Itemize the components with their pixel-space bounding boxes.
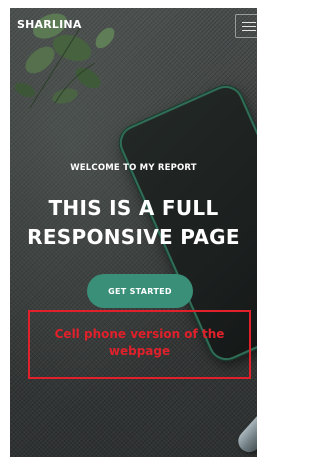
annotation-box: Cell phone version of the webpage — [28, 310, 251, 379]
get-started-button[interactable]: GET STARTED — [87, 274, 193, 308]
hero-subtitle: WELCOME TO MY REPORT — [70, 163, 197, 173]
menu-bar-line — [242, 30, 256, 31]
menu-bar-line — [242, 26, 256, 27]
menu-bar-line — [242, 22, 256, 23]
hamburger-menu-icon[interactable] — [235, 14, 257, 38]
navbar: SHARLINA — [10, 8, 257, 44]
hero-title-line-2: RESPONSIVE PAGE — [27, 225, 240, 249]
brand-logo[interactable]: SHARLINA — [17, 18, 82, 31]
pen-photo-decoration — [233, 397, 257, 457]
hero-title: THIS IS A FULL RESPONSIVE PAGE — [10, 194, 257, 252]
mobile-webpage-screenshot: SHARLINA WELCOME TO MY REPORT THIS IS A … — [10, 8, 257, 457]
annotation-text: Cell phone version of the webpage — [54, 327, 225, 358]
hero-title-line-1: THIS IS A FULL — [48, 196, 219, 220]
